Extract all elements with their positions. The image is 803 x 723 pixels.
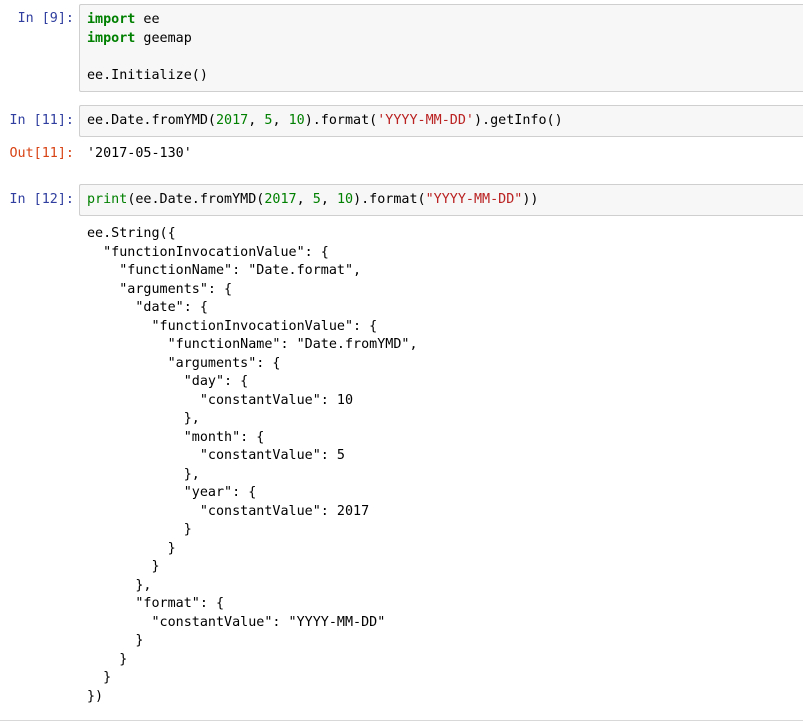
code-token: ee [135, 12, 160, 27]
code-token: , [296, 192, 313, 207]
code-token: 10 [336, 192, 354, 207]
cell-3-stdout: ee.String({ "functionInvocationValue": {… [87, 225, 418, 706]
stdout-line: "constantValue": "YYYY-MM-DD" [87, 614, 386, 630]
stdout-line: } [87, 540, 176, 556]
code-token: geemap [135, 30, 192, 46]
code-token: 5 [312, 192, 321, 207]
stdout-line: "functionName": "Date.fromYMD", [87, 337, 418, 352]
stdout-line: "month": { [87, 429, 265, 445]
stdout-line: "format": { [87, 596, 225, 611]
code-token: ).getInfo() [474, 113, 563, 128]
code-token: , [272, 113, 289, 128]
notebook-bottom-divider [0, 720, 803, 721]
code-token: 2017 [216, 113, 249, 128]
code-token: import [87, 12, 136, 27]
code-token: (ee.Date.fromYMD( [127, 192, 265, 207]
stdout-line: } [87, 670, 112, 685]
code-token: "YYYY-MM-DD" [425, 192, 523, 207]
stdout-line: }, [87, 577, 152, 593]
stdout-line: } [87, 651, 128, 667]
code-token: , [320, 192, 337, 207]
code-token: ee.Initialize() [87, 67, 208, 83]
stdout-line: "arguments": { [87, 355, 281, 371]
stdout-line: } [87, 633, 144, 648]
stdout-line: "functionInvocationValue": { [87, 318, 378, 334]
stdout-line: }, [87, 466, 200, 482]
stdout-line: "arguments": { [87, 281, 233, 297]
code-token: 2017 [264, 192, 297, 207]
code-token: print [87, 192, 128, 207]
code-token: ).format( [304, 113, 378, 128]
cell-3-code[interactable]: print(ee.Date.fromYMD(2017, 5, 10).forma… [87, 191, 803, 210]
stdout-line: "constantValue": 2017 [87, 503, 370, 519]
code-token: )) [522, 192, 539, 207]
stdout-line: }, [87, 411, 200, 426]
stdout-line: "date": { [87, 300, 208, 315]
stdout-line: "day": { [87, 374, 249, 389]
cell-2-code[interactable]: ee.Date.fromYMD(2017, 5, 10).format('YYY… [87, 112, 803, 131]
code-token: import [87, 30, 136, 46]
cell-3-prompt: In [12]: [9, 192, 75, 207]
code-token: ).format( [353, 192, 426, 207]
stdout-line: "constantValue": 10 [87, 392, 354, 408]
stdout-line: } [87, 522, 192, 537]
stdout-line: } [87, 559, 160, 574]
cell-3-input[interactable]: print(ee.Date.fromYMD(2017, 5, 10).forma… [79, 184, 803, 216]
cell-2-out-prompt: Out[11]: [9, 146, 75, 161]
stdout-line: "functionName": "Date.format", [87, 263, 362, 278]
cell-2-input[interactable]: ee.Date.fromYMD(2017, 5, 10).format('YYY… [79, 105, 803, 137]
cell-1-prompt: In [9]: [17, 11, 74, 26]
code-token: ee.Date.fromYMD( [87, 113, 216, 128]
cell-2-prompt: In [11]: [9, 113, 75, 128]
cell-1-code[interactable]: import ee import geemap ee.Initialize() [87, 11, 803, 85]
cell-1-input[interactable]: import ee import geemap ee.Initialize() [79, 4, 803, 92]
code-token: 10 [288, 113, 305, 128]
stdout-line: "year": { [87, 485, 257, 500]
stdout-line: "constantValue": 5 [87, 448, 345, 463]
code-token: , [248, 113, 265, 128]
stdout-line: "functionInvocationValue": { [87, 244, 329, 260]
stdout-line: }) [87, 688, 104, 704]
stdout-line: ee.String({ [87, 226, 176, 241]
code-token: 'YYYY-MM-DD' [377, 113, 474, 128]
cell-2-output: '2017-05-130' [87, 146, 192, 161]
